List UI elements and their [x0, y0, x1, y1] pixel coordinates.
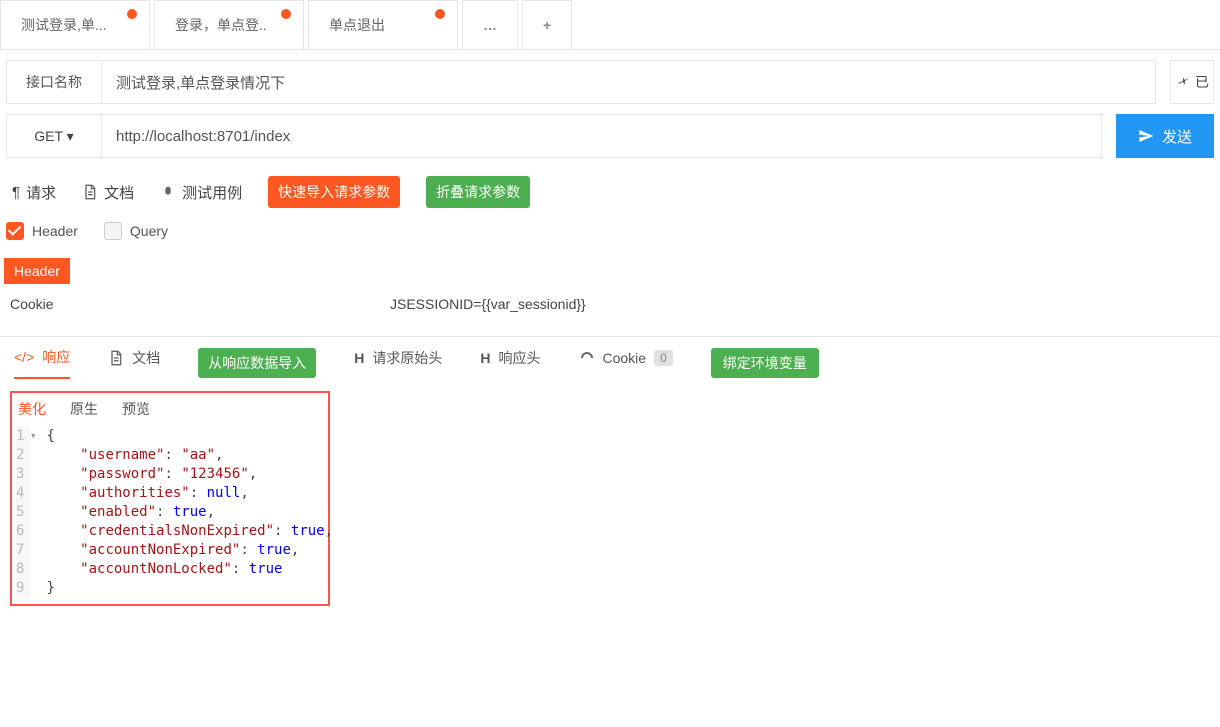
tab-test[interactable]: 测试用例 [160, 182, 242, 203]
pin-label: 已 [1195, 72, 1209, 92]
tab-test-label: 测试用例 [182, 182, 242, 203]
header-key[interactable]: Cookie [10, 296, 390, 312]
rtab-req-headers-label: 请求原始头 [372, 348, 442, 368]
check-header-label: Header [32, 223, 78, 239]
rtab-response[interactable]: </> 响应 [14, 347, 70, 379]
name-label: 接口名称 [6, 60, 102, 104]
checkbox-off-icon [104, 222, 122, 240]
send-button[interactable]: 发送 [1116, 114, 1214, 158]
tab-label: 测试登录,单... [21, 15, 107, 35]
send-icon [1138, 128, 1154, 144]
rtab-cookie-label: Cookie [603, 350, 647, 366]
vtab-preview[interactable]: 预览 [122, 399, 150, 419]
rtab-resp-headers[interactable]: H 响应头 [480, 348, 540, 378]
tab-2[interactable]: 登录，单点登.. [154, 0, 304, 49]
pilcrow-icon: ¶ [12, 184, 20, 201]
code-icon: </> [14, 349, 34, 365]
name-row: 接口名称 已 [6, 60, 1214, 104]
pin-icon [1175, 74, 1191, 90]
rtab-resp-headers-label: 响应头 [499, 348, 541, 368]
check-query-label: Query [130, 223, 168, 239]
response-tabs: </> 响应 文档 从响应数据导入 H 请求原始头 H 响应头 Cookie 0… [0, 336, 1220, 379]
tab-1[interactable]: 测试登录,单... [0, 0, 150, 49]
dashboard-icon [579, 350, 595, 366]
tab-doc[interactable]: 文档 [82, 182, 134, 203]
response-preview-highlight: 美化 原生 预览 1 2 3 4 5 6 7 8 9 { "username":… [10, 391, 330, 606]
heading-icon: H [354, 350, 364, 366]
vtab-raw[interactable]: 原生 [70, 399, 98, 419]
tab-request-label: 请求 [26, 182, 56, 203]
rtab-doc[interactable]: 文档 [108, 348, 160, 378]
tab-doc-label: 文档 [104, 182, 134, 203]
response-code-editor[interactable]: 1 2 3 4 5 6 7 8 9 { "username": "aa", "p… [16, 427, 324, 598]
check-query[interactable]: Query [104, 222, 168, 240]
rtab-req-headers[interactable]: H 请求原始头 [354, 348, 442, 378]
header-value[interactable]: JSESSIONID={{var_sessionid}} [390, 296, 586, 312]
cookie-count-badge: 0 [654, 350, 673, 366]
url-row: GET ▾ 发送 [6, 114, 1214, 158]
section-header-tag: Header [4, 258, 70, 284]
pin-button[interactable]: 已 [1170, 60, 1214, 104]
code-body: { "username": "aa", "password": "123456"… [30, 427, 333, 598]
tab-strip: 测试登录,单... 登录，单点登.. 单点退出 … + [0, 0, 1220, 50]
param-type-checks: Header Query [6, 222, 1214, 240]
rtab-doc-label: 文档 [132, 348, 160, 368]
tab-label: 单点退出 [329, 15, 385, 35]
bind-env-button[interactable]: 绑定环境变量 [711, 348, 819, 378]
tab-request[interactable]: ¶ 请求 [12, 182, 56, 203]
tabs-add-button[interactable]: + [522, 0, 572, 49]
tab-label: 登录，单点登.. [175, 15, 267, 35]
header-row: Cookie JSESSIONID={{var_sessionid}} [10, 296, 1210, 312]
request-subtabs: ¶ 请求 文档 测试用例 快速导入请求参数 折叠请求参数 [12, 176, 1208, 208]
vtab-beautify[interactable]: 美化 [18, 399, 46, 419]
rtab-cookie[interactable]: Cookie 0 [579, 350, 673, 376]
quick-import-button[interactable]: 快速导入请求参数 [268, 176, 400, 208]
dirty-dot-icon [281, 9, 291, 19]
rtab-response-label: 响应 [42, 347, 70, 367]
document-icon [82, 184, 98, 200]
check-header[interactable]: Header [6, 222, 78, 240]
bug-icon [160, 184, 176, 200]
import-from-response-button[interactable]: 从响应数据导入 [198, 348, 316, 378]
collapse-params-button[interactable]: 折叠请求参数 [426, 176, 530, 208]
tabs-more-button[interactable]: … [462, 0, 518, 49]
checkbox-on-icon [6, 222, 24, 240]
document-icon [108, 350, 124, 366]
name-input[interactable] [102, 60, 1156, 104]
method-select[interactable]: GET ▾ [6, 114, 102, 158]
url-input[interactable] [102, 114, 1102, 158]
response-view-tabs: 美化 原生 预览 [18, 399, 324, 419]
send-label: 发送 [1162, 126, 1192, 147]
dirty-dot-icon [127, 9, 137, 19]
dirty-dot-icon [435, 9, 445, 19]
tab-3[interactable]: 单点退出 [308, 0, 458, 49]
line-gutter: 1 2 3 4 5 6 7 8 9 [16, 427, 30, 598]
heading-icon: H [480, 350, 490, 366]
